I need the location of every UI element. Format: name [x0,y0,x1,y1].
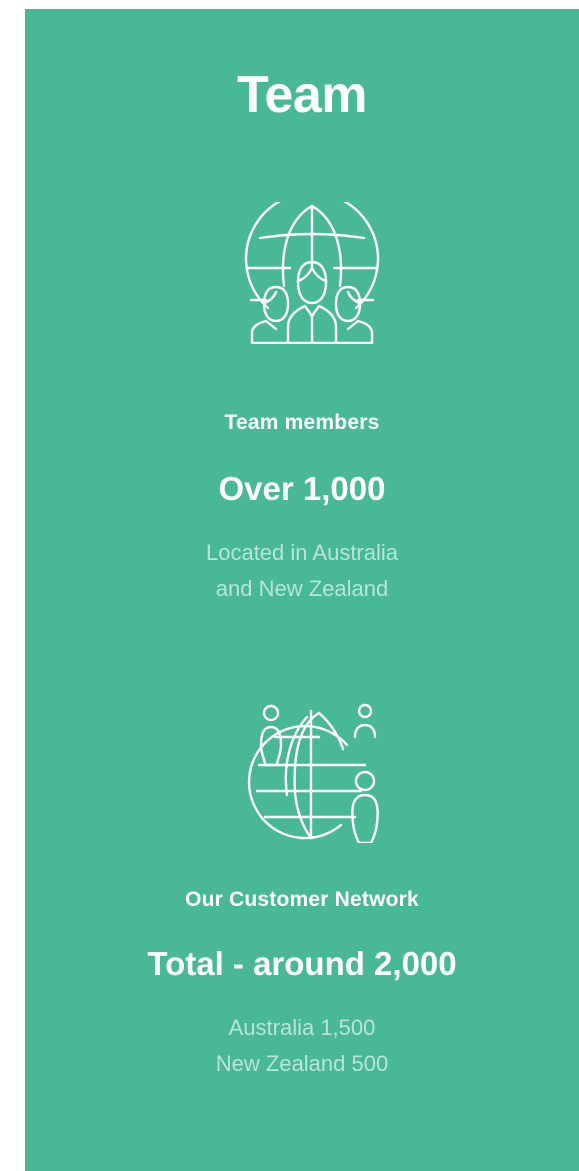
team-panel: Team Team members Over 1,000 Located in … [25,9,579,1171]
globe-people-icon [247,703,379,843]
customer-network-description: Australia 1,500 New Zealand 500 [25,1010,579,1082]
customer-description-line-1: Australia 1,500 [228,1015,376,1040]
team-members-value: Over 1,000 [218,470,386,507]
page-title: Team [237,66,367,124]
globe-team-icon [244,202,380,344]
customer-network-label: Our Customer Network [185,888,419,911]
team-description-line-2: and New Zealand [215,576,389,601]
customer-network-value: Total - around 2,000 [147,945,457,982]
team-description-line-1: Located in Australia [205,540,399,565]
team-members-label: Team members [224,411,380,434]
customer-description-line-2: New Zealand 500 [215,1051,389,1076]
team-members-description: Located in Australia and New Zealand [25,535,579,607]
